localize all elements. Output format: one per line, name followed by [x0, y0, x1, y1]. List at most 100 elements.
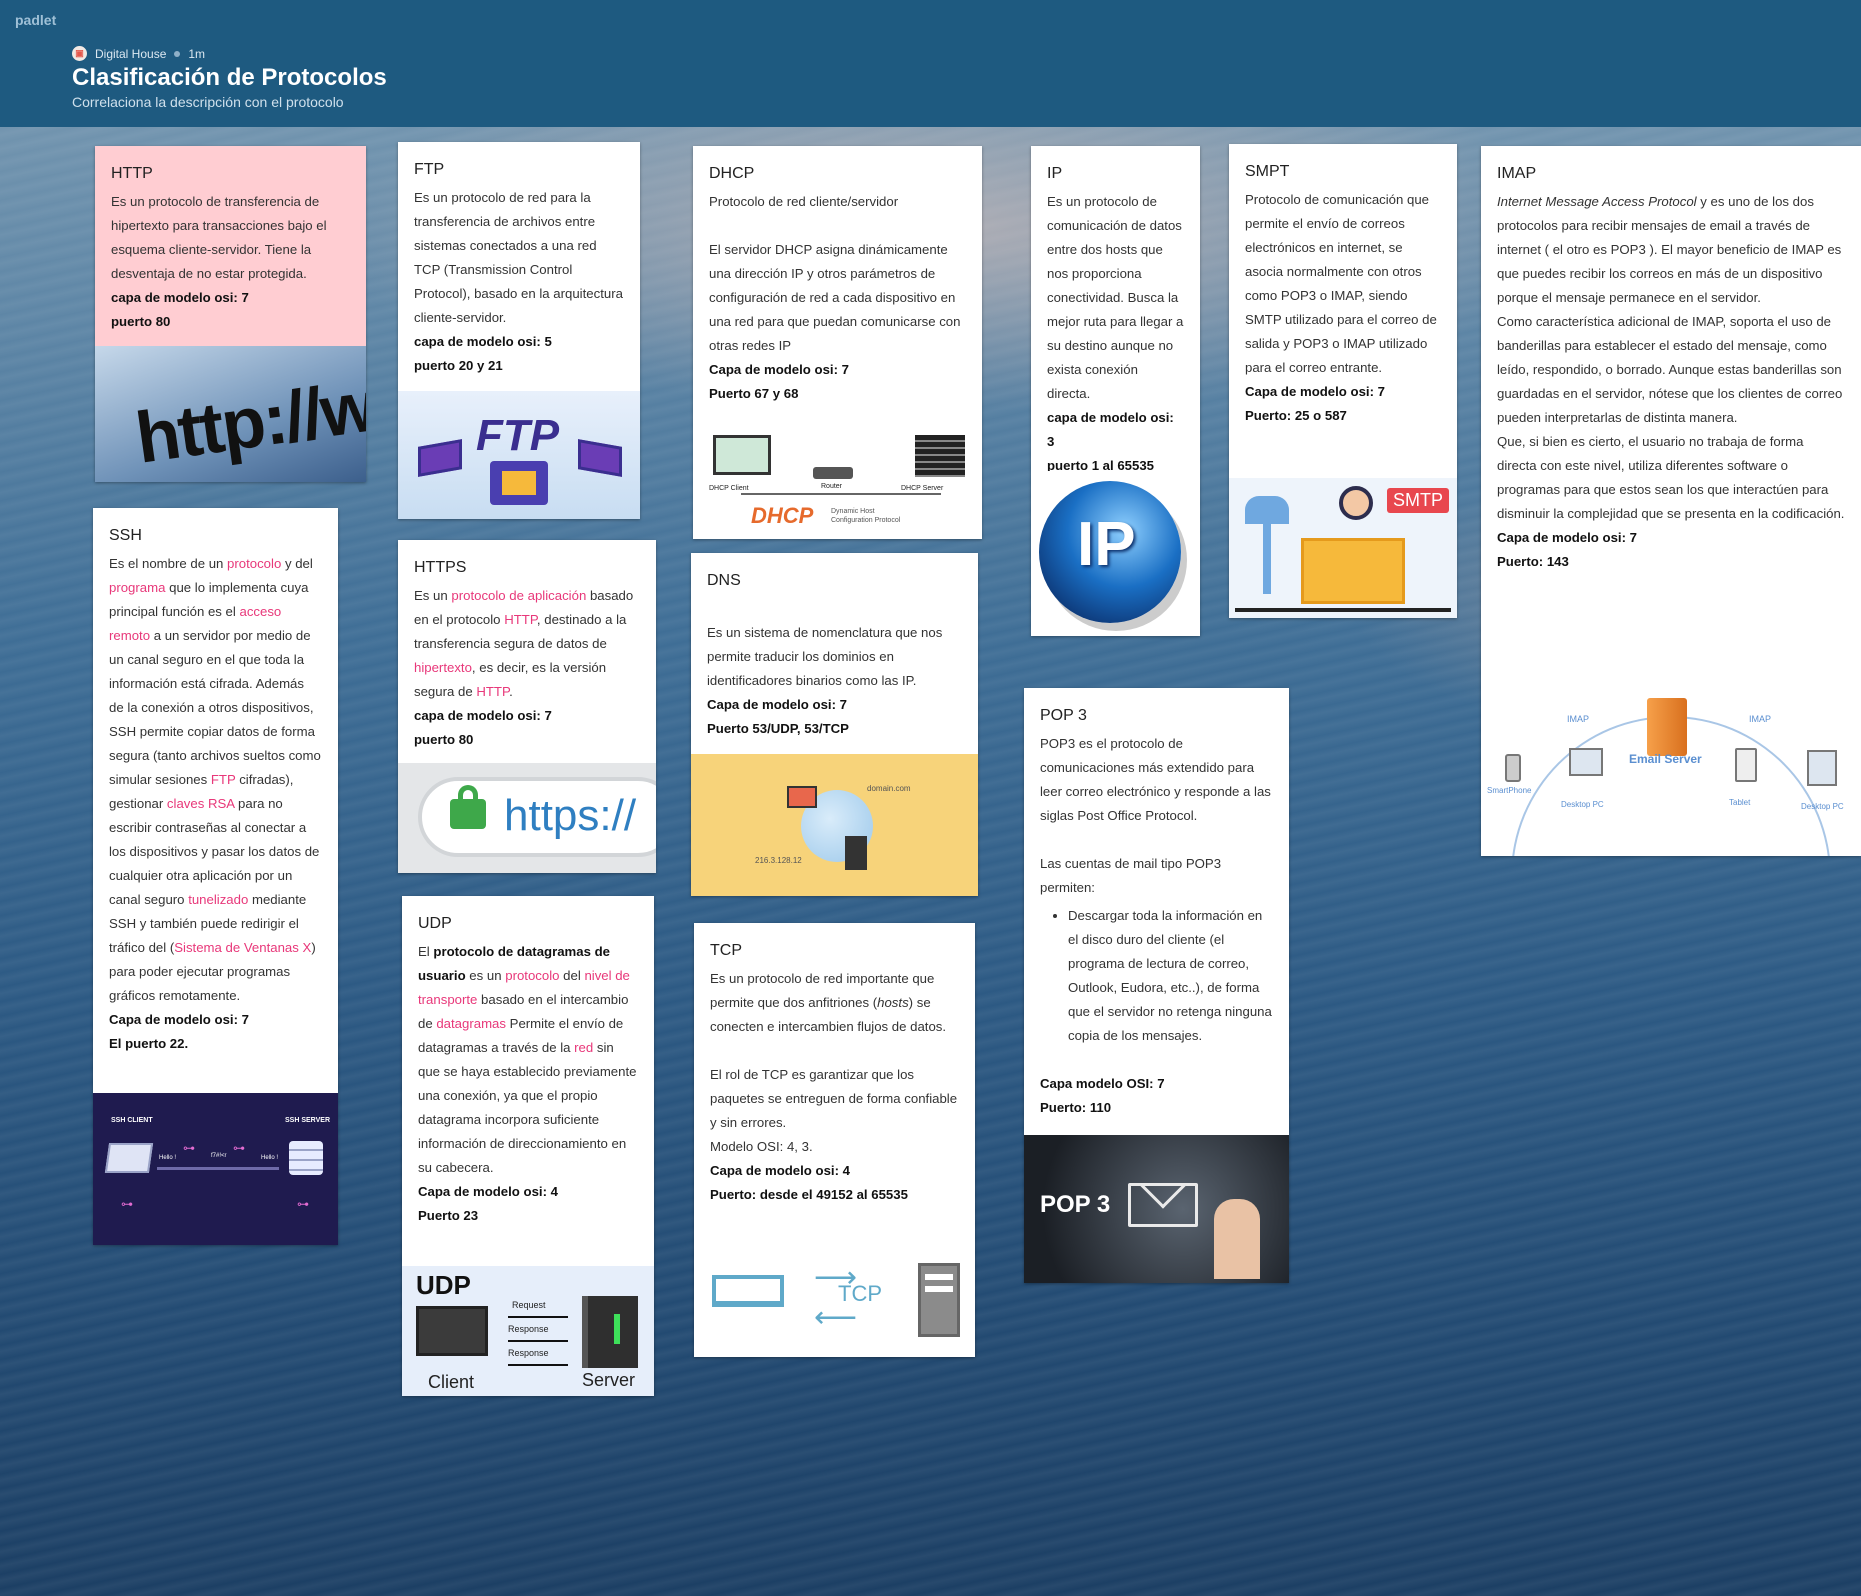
link[interactable]: HTTP — [476, 684, 509, 699]
key-icon: ⊶ — [183, 1141, 195, 1155]
link[interactable]: Sistema de Ventanas X — [174, 940, 311, 955]
ip-image: IP — [1031, 471, 1200, 636]
smtp-image: SMTP — [1229, 478, 1457, 618]
card-text: Es un sistema de nomenclatura que nos pe… — [707, 625, 943, 736]
imap-label: IMAP — [1749, 714, 1772, 724]
network-line — [741, 493, 941, 495]
card-text: El protocolo de datagramas de usuario es… — [418, 944, 637, 1223]
tablet-icon — [1735, 748, 1757, 782]
link[interactable]: FTP — [211, 772, 236, 787]
card-title: POP 3 — [1040, 707, 1087, 724]
card-title: HTTP — [111, 165, 153, 182]
card-tcp[interactable]: TCP Es un protocolo de red importante qu… — [694, 923, 975, 1357]
hand-icon — [1214, 1199, 1260, 1279]
tcp-image: TCP ⟶ ⟵ — [694, 1245, 975, 1357]
laptop-icon — [416, 1306, 488, 1356]
arrow-left-icon: ⟵ — [814, 1301, 858, 1334]
link[interactable]: programa — [109, 580, 165, 595]
link[interactable]: tunelizado — [188, 892, 248, 907]
link[interactable]: claves RSA — [167, 796, 234, 811]
author-name[interactable]: Digital House — [95, 47, 166, 61]
envelope-icon — [1301, 538, 1405, 604]
author-avatar[interactable]: ▣ — [72, 46, 87, 61]
http-image: http://www — [95, 346, 366, 482]
link[interactable]: protocolo — [227, 556, 281, 571]
arrow-line — [508, 1316, 568, 1318]
smtp-badge: SMTP — [1387, 488, 1450, 513]
card-pop3[interactable]: POP 3 POP3 es el protocolo de comunicaci… — [1024, 688, 1289, 1283]
laptop-icon — [418, 439, 462, 477]
arrow-right-icon: ⟶ — [814, 1261, 858, 1294]
server-stack-icon — [289, 1141, 323, 1175]
tunnel-line — [157, 1167, 279, 1170]
card-text: Es un protocolo de comunicación de datos… — [1047, 194, 1184, 473]
client-label: Client — [428, 1372, 475, 1392]
card-text: Es un protocolo de aplicación basado en … — [414, 588, 634, 747]
lock-icon — [450, 785, 486, 829]
card-ssh[interactable]: SSH Es el nombre de un protocolo y del p… — [93, 508, 338, 1245]
smartphone-icon — [1505, 754, 1521, 782]
udp-image: UDP Request Response Response Client Ser… — [402, 1266, 654, 1396]
laptop-icon — [578, 439, 622, 477]
arrow-line — [508, 1340, 568, 1342]
card-ip[interactable]: IP Es un protocolo de comunicación de da… — [1031, 146, 1200, 636]
card-title: TCP — [710, 942, 742, 959]
router-label: Router — [821, 483, 843, 490]
card-text: Es un protocolo de transferencia de hipe… — [111, 194, 327, 329]
http-url-text: http://www — [131, 351, 366, 479]
folder-icon — [490, 461, 548, 505]
tablet-label: Tablet — [1729, 798, 1751, 807]
monitor-icon — [787, 786, 817, 808]
response-label: Response — [508, 1324, 549, 1334]
encrypted-label: f7#!<r — [211, 1153, 227, 1159]
card-text: Es el nombre de un protocolo y del progr… — [109, 556, 321, 1051]
link[interactable]: datagramas — [436, 1016, 506, 1031]
padlet-header: padlet ▣ Digital House 1m Clasificación … — [0, 0, 1861, 127]
key-icon: ⊶ — [233, 1141, 245, 1155]
post-icon — [1263, 524, 1271, 594]
smartphone-label: SmartPhone — [1487, 786, 1532, 795]
card-https[interactable]: HTTPS Es un protocolo de aplicación basa… — [398, 540, 656, 873]
link[interactable]: red — [574, 1040, 593, 1055]
server-label: DHCP Server — [901, 485, 944, 492]
card-imap[interactable]: IMAP Internet Message Access Protocol y … — [1481, 146, 1861, 856]
link[interactable]: protocolo de aplicación — [451, 588, 586, 603]
card-udp[interactable]: UDP El protocolo de datagramas de usuari… — [402, 896, 654, 1396]
person-icon — [1339, 486, 1373, 520]
card-http[interactable]: HTTP Es un protocolo de transferencia de… — [95, 146, 366, 482]
padlet-logo[interactable]: padlet — [15, 12, 56, 28]
server-icon — [915, 435, 965, 477]
card-dhcp[interactable]: DHCP Protocolo de red cliente/servidor El… — [693, 146, 982, 539]
card-title: IP — [1047, 165, 1063, 182]
https-image: https:// — [398, 763, 656, 873]
card-text: POP3 es el protocolo de comunicaciones m… — [1040, 732, 1273, 1120]
pop3-image: POP 3 — [1024, 1135, 1289, 1283]
imap-label: IMAP — [1567, 714, 1590, 724]
card-title: UDP — [418, 915, 452, 932]
https-url-text: https:// — [504, 791, 637, 840]
key-icon: ⊶ — [121, 1197, 133, 1211]
monitor-icon — [713, 435, 771, 475]
card-text: Protocolo de comunicación que permite el… — [1245, 192, 1437, 423]
card-smpt[interactable]: SMPT Protocolo de comunicación que permi… — [1229, 144, 1457, 618]
link[interactable]: protocolo — [505, 968, 559, 983]
card-title: FTP — [414, 161, 445, 178]
card-text: Es un protocolo de red para la transfere… — [414, 190, 623, 373]
card-title: DHCP — [709, 165, 755, 182]
card-ftp[interactable]: FTP Es un protocolo de red para la trans… — [398, 142, 640, 519]
desktop-label: Desktop PC — [1561, 800, 1604, 809]
dhcp-image: DHCP Client Router DHCP Server DHCP Dyna… — [693, 427, 982, 539]
client-label: SSH CLIENT — [111, 1117, 153, 1124]
laptop-icon — [104, 1143, 154, 1173]
card-dns[interactable]: DNS Es un sistema de nomenclatura que no… — [691, 553, 978, 896]
link[interactable]: HTTP — [504, 612, 537, 627]
page-title: Clasificación de Protocolos — [72, 64, 387, 91]
link[interactable]: hipertexto — [414, 660, 472, 675]
desk-line — [1235, 608, 1451, 612]
dns-image: domain.com 216.3.128.12 — [691, 754, 978, 896]
card-text: Protocolo de red cliente/servidor El serv… — [709, 194, 961, 401]
server-icon — [582, 1296, 638, 1368]
imap-image: IMAP IMAP Email Server SmartPhone Deskto… — [1481, 686, 1861, 856]
server-icon — [845, 836, 867, 870]
meta-separator — [174, 50, 181, 57]
